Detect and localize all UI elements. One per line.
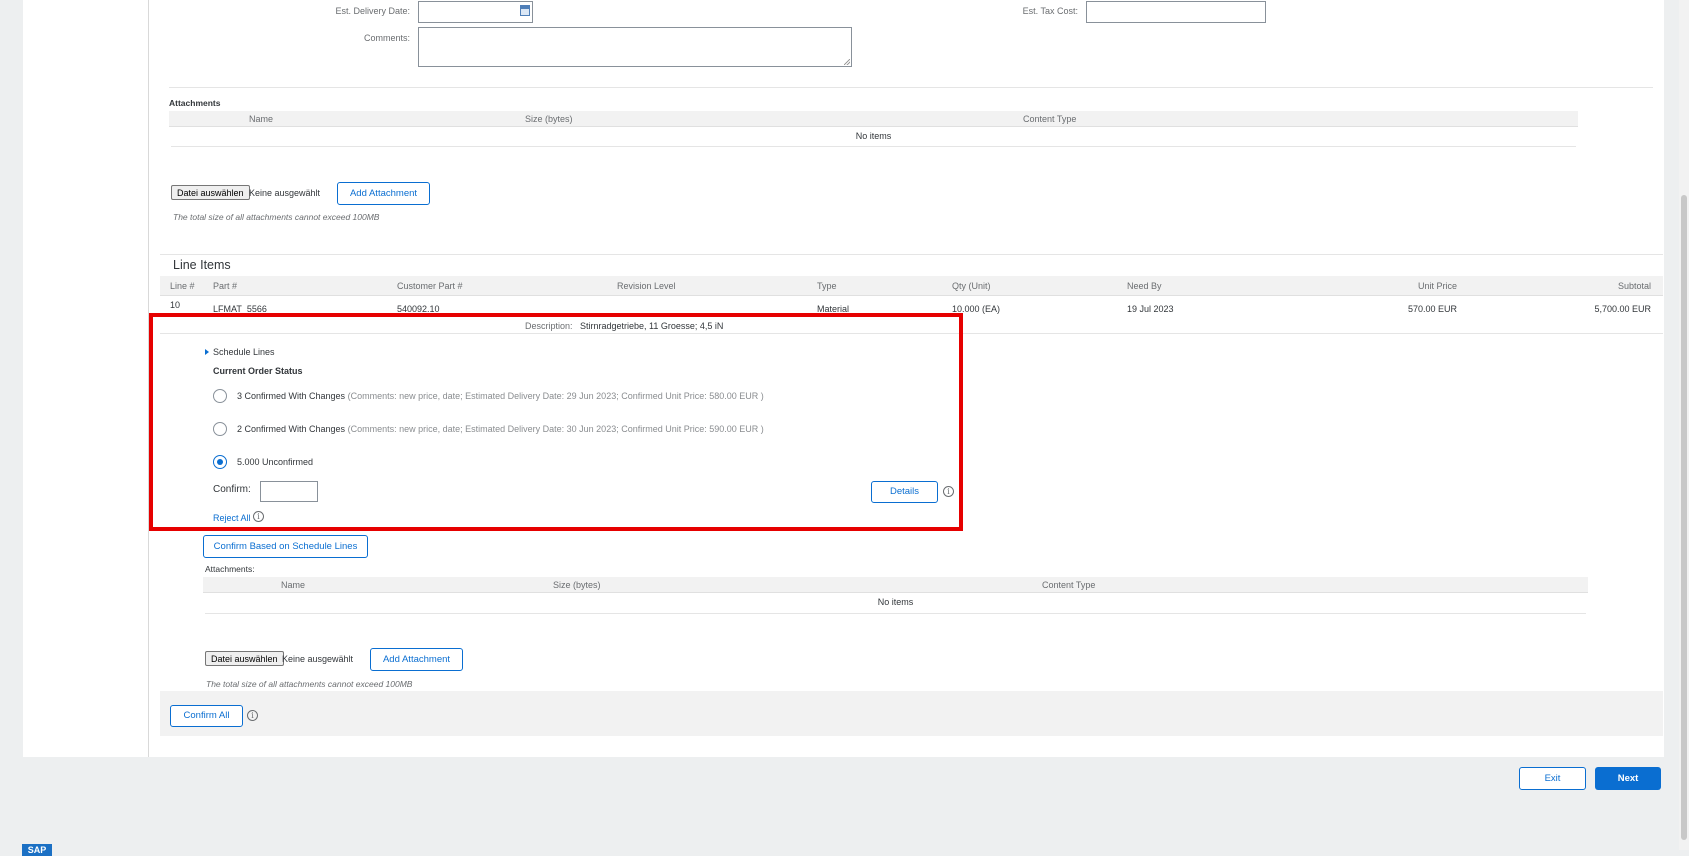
add-attachment-button[interactable]: Add Attachment	[370, 648, 463, 671]
column-content-type: Content Type	[1023, 114, 1077, 124]
confirm-all-button[interactable]: Confirm All	[170, 705, 243, 727]
column-size: Size (bytes)	[525, 114, 573, 124]
comments-label: Comments:	[363, 33, 410, 43]
line-items-table-header: Line # Part # Customer Part # Revision L…	[160, 276, 1663, 296]
divider	[160, 254, 1663, 255]
column-need-by: Need By	[1127, 281, 1162, 291]
column-customer-part: Customer Part #	[397, 281, 463, 291]
column-name: Name	[249, 114, 274, 124]
exit-button[interactable]: Exit	[1519, 767, 1586, 790]
attachments-title: Attachments	[169, 98, 221, 108]
resize-grip-icon[interactable]	[844, 59, 850, 65]
unit-price: 570.00 EUR	[1407, 304, 1457, 314]
divider	[169, 87, 1653, 88]
subtotal: 5,700.00 EUR	[1594, 304, 1651, 314]
attachment-size-hint: The total size of all attachments cannot…	[173, 212, 380, 222]
column-size: Size (bytes)	[553, 580, 601, 590]
line-number: 10	[170, 300, 181, 310]
tax-cost-label: Est. Tax Cost:	[1022, 6, 1078, 16]
line-items-title: Line Items	[173, 258, 231, 272]
divider	[205, 613, 1586, 614]
info-icon[interactable]: i	[247, 710, 258, 721]
delivery-date-input[interactable]	[418, 1, 533, 23]
line-attachments-empty-text: No items	[877, 597, 914, 607]
scrollbar-thumb[interactable]	[1681, 195, 1687, 840]
choose-file-button[interactable]: Datei auswählen	[171, 185, 250, 200]
attachments-empty-text: No items	[855, 131, 892, 141]
column-qty: Qty (Unit)	[952, 281, 991, 291]
comments-textarea[interactable]	[418, 27, 852, 67]
attachments-table-header: Name Size (bytes) Content Type	[169, 111, 1578, 127]
divider	[171, 146, 1576, 147]
choose-file-button[interactable]: Datei auswählen	[205, 651, 284, 666]
column-type: Type	[817, 281, 837, 291]
attachment-size-hint: The total size of all attachments cannot…	[206, 679, 413, 689]
add-attachment-button[interactable]: Add Attachment	[337, 182, 430, 205]
next-button[interactable]: Next	[1595, 767, 1661, 790]
sap-logo: SAP	[22, 844, 52, 856]
column-subtotal: Subtotal	[1617, 281, 1651, 291]
line-attachments-title: Attachments:	[205, 564, 255, 574]
line-item-footer-bar	[160, 691, 1663, 736]
highlight-box	[149, 313, 963, 531]
no-file-text: Keine ausgewählt	[282, 654, 354, 664]
line-attachments-table-header: Name Size (bytes) Content Type	[203, 577, 1588, 593]
need-by-date: 19 Jul 2023	[1127, 304, 1174, 314]
column-name: Name	[281, 580, 306, 590]
vertical-scrollbar[interactable]	[1679, 0, 1689, 850]
calendar-icon[interactable]	[520, 5, 530, 16]
no-file-text: Keine ausgewählt	[249, 188, 321, 198]
delivery-date-label: Est. Delivery Date:	[335, 6, 410, 16]
column-revision: Revision Level	[617, 281, 676, 291]
tax-cost-input[interactable]	[1086, 1, 1266, 23]
column-unit-price: Unit Price	[1417, 281, 1457, 291]
column-content-type: Content Type	[1042, 580, 1096, 590]
confirm-schedule-lines-button[interactable]: Confirm Based on Schedule Lines	[203, 535, 368, 558]
column-line: Line #	[170, 281, 195, 291]
column-part: Part #	[213, 281, 238, 291]
